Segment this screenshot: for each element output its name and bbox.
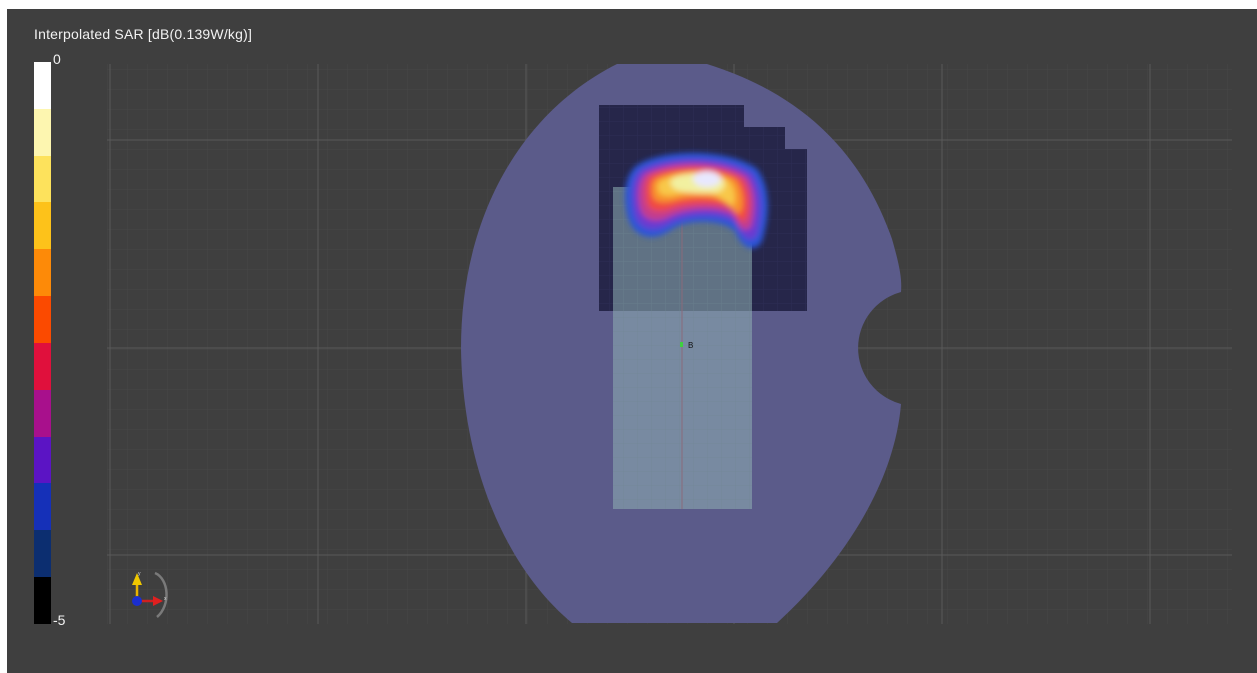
colorbar-segment [34,249,51,297]
device-outline [613,187,752,509]
sar-scene[interactable]: B [7,9,1257,673]
marker-label: B [688,341,693,350]
colorbar-segment [34,202,51,250]
colorbar-segment [34,108,51,156]
legend-title: Interpolated SAR [dB(0.139W/kg)] [34,26,253,42]
colorbar-segment [34,530,51,578]
colorbar-segment [34,436,51,484]
colorbar-min-label: -5 [53,612,66,628]
colorbar-segment [34,483,51,531]
colorbar-segment [34,296,51,343]
colorbar-segment [34,342,51,390]
colorbar-segment [34,155,51,203]
svg-text:y: y [138,571,141,577]
colorbar-segment [34,577,51,624]
3d-viewport[interactable]: B Interpolated SAR [dB(0.139W/kg)] 0 -5 … [7,9,1257,673]
colorbar-segment [34,389,51,437]
colorbar-segment [34,62,51,109]
colorbar-max-label: 0 [53,51,61,67]
axis-gizmo-icon[interactable]: y x [125,565,175,623]
colorbar [34,62,51,624]
